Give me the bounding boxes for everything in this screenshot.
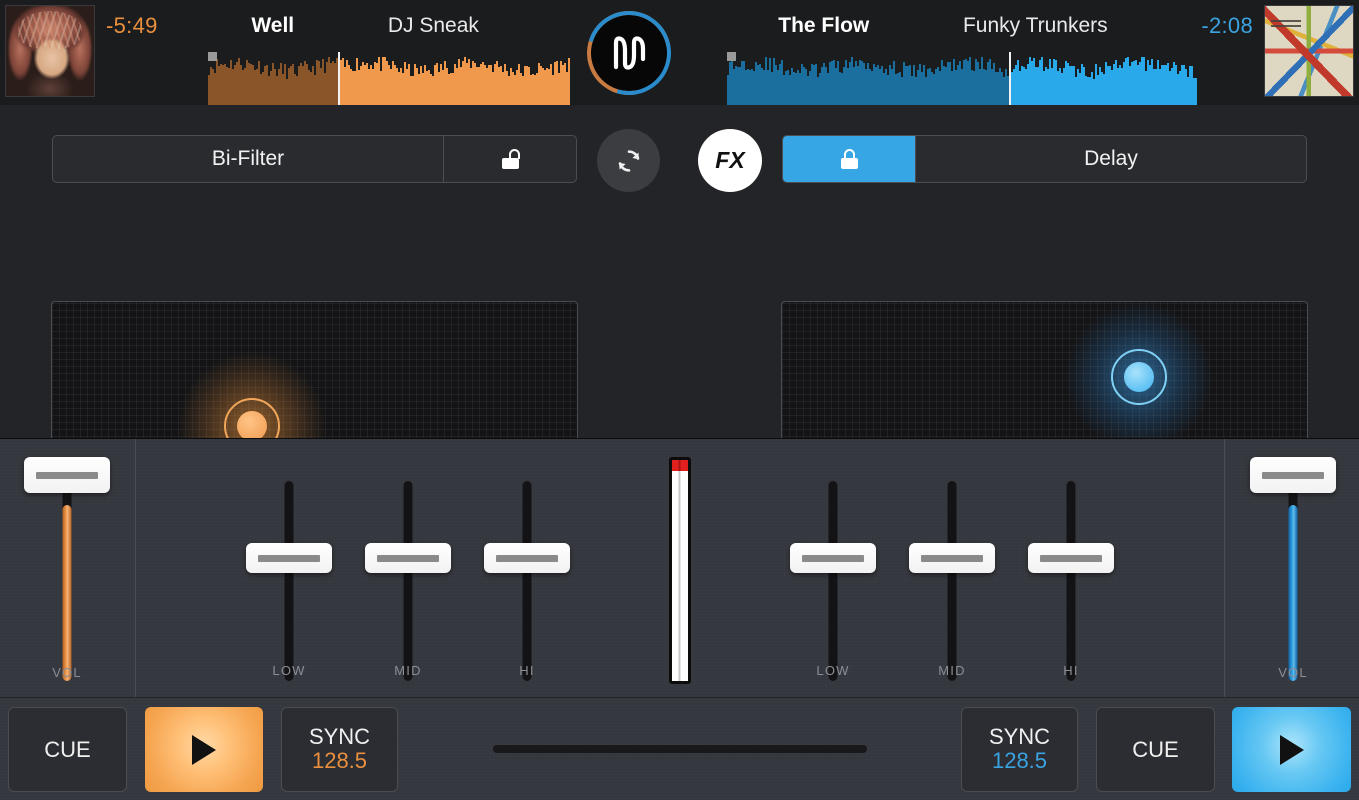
eq-fader-right-hi[interactable]: HI: [1023, 439, 1119, 698]
mixer-divider: [135, 439, 136, 697]
cue-button-left[interactable]: CUE: [8, 707, 127, 792]
eq-fader-right-low-label: LOW: [816, 663, 850, 678]
volume-fader-right-cap[interactable]: [1250, 457, 1336, 493]
lock-open-icon: [501, 149, 520, 169]
fx-button-label: FX: [715, 147, 745, 173]
dj-app-root: -5:49 Well DJ Sneak The Flow Funky Trunk…: [0, 0, 1359, 800]
deck-bar: -5:49 Well DJ Sneak The Flow Funky Trunk…: [0, 0, 1359, 111]
fx-selector-left[interactable]: Bi-Filter: [52, 135, 577, 183]
album-art-right[interactable]: [1264, 5, 1354, 97]
eq-fader-left-low[interactable]: LOW: [241, 439, 337, 698]
fx-name-right[interactable]: Delay: [916, 136, 1306, 182]
sync-button-left[interactable]: SYNC 128.5: [281, 707, 398, 792]
volume-fader-left[interactable]: VOL: [19, 439, 115, 698]
deck-right-time-remaining: -2:08: [1201, 13, 1253, 38]
eq-fader-right-hi-cap[interactable]: [1028, 543, 1114, 573]
eq-fader-right-hi-label: HI: [1063, 663, 1079, 678]
fx-selector-right[interactable]: Delay: [782, 135, 1307, 183]
deck-right: The Flow Funky Trunkers -2:08: [679, 0, 1259, 105]
eq-fader-left-low-label: LOW: [272, 663, 306, 678]
eq-fader-left-low-cap[interactable]: [246, 543, 332, 573]
eq-fader-right-mid-label: MID: [938, 663, 966, 678]
fx-area: Bi-Filter FX Delay: [0, 105, 1359, 529]
deck-left-track-title: Well: [251, 14, 295, 37]
deck-left-metadata: -5:49 Well DJ Sneak: [100, 0, 579, 52]
master-level-fill: [672, 471, 688, 681]
fx-lock-toggle-right[interactable]: [783, 136, 916, 182]
play-icon: [192, 734, 216, 765]
master-level-fader[interactable]: [669, 457, 691, 684]
fx-name-left[interactable]: Bi-Filter: [53, 136, 443, 182]
master-level-peak: [672, 460, 688, 471]
sync-button-right[interactable]: SYNC 128.5: [961, 707, 1078, 792]
deck-right-waveform[interactable]: [679, 52, 1259, 105]
volume-fader-left-label: VOL: [52, 665, 82, 680]
cue-button-right[interactable]: CUE: [1096, 707, 1215, 792]
fx-master-button[interactable]: FX: [698, 129, 762, 192]
eq-fader-left-mid-label: MID: [394, 663, 422, 678]
loop-refresh-icon: [618, 149, 639, 172]
volume-fader-right-label: VOL: [1278, 665, 1308, 680]
play-icon: [1279, 734, 1304, 765]
eq-fader-right-mid[interactable]: MID: [904, 439, 1000, 698]
transport-bar: CUE SYNC 128.5 SYNC 128.5 CUE: [0, 697, 1359, 800]
deck-left-waveform[interactable]: [100, 52, 579, 105]
play-button-left[interactable]: [145, 707, 263, 792]
cue-button-left-label: CUE: [44, 736, 91, 762]
deck-right-metadata: The Flow Funky Trunkers -2:08: [679, 0, 1259, 52]
waveform-logo-icon: [570, 0, 688, 111]
play-button-right[interactable]: [1232, 707, 1351, 792]
eq-fader-left-mid-cap[interactable]: [365, 543, 451, 573]
eq-fader-right-low[interactable]: LOW: [785, 439, 881, 698]
crossfader-track[interactable]: [493, 745, 867, 753]
sync-button-right-label: SYNC: [988, 724, 1051, 750]
fx-selector-row: Bi-Filter FX Delay: [0, 129, 1359, 192]
deck-left: -5:49 Well DJ Sneak: [100, 0, 579, 105]
eq-fader-left-hi-cap[interactable]: [484, 543, 570, 573]
eq-fader-left-mid[interactable]: MID: [360, 439, 456, 698]
eq-fader-left-hi[interactable]: HI: [479, 439, 575, 698]
cue-button-right-label: CUE: [1132, 736, 1179, 762]
deck-right-artist: Funky Trunkers: [962, 14, 1108, 37]
sync-button-left-bpm: 128.5: [311, 748, 368, 774]
fx-lock-toggle-left[interactable]: [443, 136, 576, 182]
mixer-divider: [1224, 439, 1225, 697]
sync-button-right-bpm: 128.5: [991, 748, 1048, 774]
album-art-left[interactable]: [5, 5, 95, 97]
sync-button-left-label: SYNC: [308, 724, 371, 750]
eq-fader-right-low-cap[interactable]: [790, 543, 876, 573]
deck-right-track-title: The Flow: [778, 14, 870, 37]
loop-refresh-button[interactable]: [597, 129, 660, 192]
volume-fader-left-cap[interactable]: [24, 457, 110, 493]
mixer-panel: VOL LOW MID HI LOW MID HI VOL: [0, 438, 1359, 697]
app-logo-button[interactable]: [570, 0, 688, 111]
deck-left-artist: DJ Sneak: [387, 14, 479, 37]
eq-fader-left-hi-label: HI: [519, 663, 535, 678]
deck-left-time-remaining: -5:49: [106, 13, 158, 38]
eq-fader-right-mid-cap[interactable]: [909, 543, 995, 573]
lock-closed-icon: [840, 149, 858, 169]
volume-fader-right[interactable]: VOL: [1245, 439, 1341, 698]
